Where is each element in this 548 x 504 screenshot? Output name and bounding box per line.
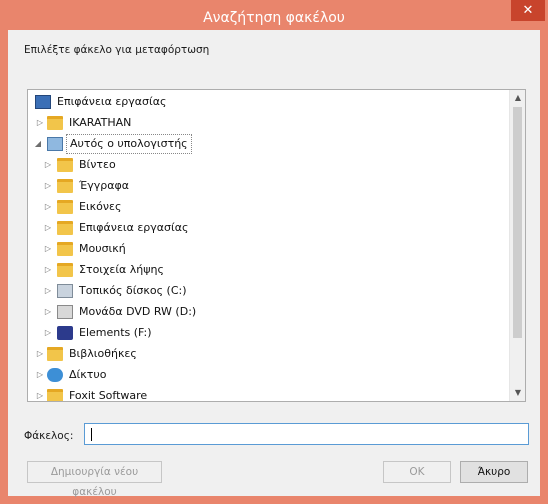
expand-icon[interactable]: ▷ xyxy=(43,281,53,301)
expand-icon[interactable]: ▷ xyxy=(43,197,53,217)
tree-item-documents[interactable]: ▷ Έγγραφα xyxy=(28,176,508,196)
documents-folder-icon xyxy=(57,179,73,193)
tree-item-dvd-drive-d[interactable]: ▷ Μονάδα DVD RW (D:) xyxy=(28,302,508,322)
tree-item-ikarathan[interactable]: ▷ IKARATHAN xyxy=(28,113,508,133)
pictures-folder-icon xyxy=(57,200,73,214)
prompt-text: Επιλέξτε φάκελο για μεταφόρτωση xyxy=(24,44,210,56)
tree-item-desktop-folder[interactable]: ▷ Επιφάνεια εργασίας xyxy=(28,218,508,238)
dvd-drive-icon xyxy=(57,305,73,319)
ok-button[interactable]: OK xyxy=(383,461,451,483)
scroll-up-icon[interactable]: ▲ xyxy=(510,90,525,106)
text-caret xyxy=(91,428,92,441)
new-folder-button[interactable]: Δημιουργία νέου φακέλου xyxy=(27,461,162,498)
dialog-body: Επιλέξτε φάκελο για μεταφόρτωση Επιφάνει… xyxy=(8,30,540,498)
folder-input[interactable] xyxy=(84,423,529,445)
desktop-folder-icon xyxy=(57,221,73,235)
expand-icon[interactable]: ▷ xyxy=(35,344,45,364)
expand-icon[interactable]: ▷ xyxy=(43,239,53,259)
collapse-icon[interactable]: ◢ xyxy=(33,134,43,154)
tree-item-local-disk-c[interactable]: ▷ Τοπικός δίσκος (C:) xyxy=(28,281,508,301)
wd-drive-icon xyxy=(57,326,73,340)
folder-tree[interactable]: Επιφάνεια εργασίας ▷ IKARATHAN ◢ Αυτός ο… xyxy=(27,89,526,402)
expand-icon[interactable]: ▷ xyxy=(43,218,53,238)
user-folder-icon xyxy=(47,116,63,130)
expand-icon[interactable]: ▷ xyxy=(43,260,53,280)
expand-icon[interactable]: ▷ xyxy=(43,323,53,343)
videos-folder-icon xyxy=(57,158,73,172)
tree-item-network[interactable]: ▷ Δίκτυο xyxy=(28,365,508,385)
music-folder-icon xyxy=(57,242,73,256)
browse-folder-dialog: Αναζήτηση φακέλου ✕ Επιλέξτε φάκελο για … xyxy=(0,0,548,504)
tree-item-elements-f[interactable]: ▷ Elements (F:) xyxy=(28,323,508,343)
tree-item-videos[interactable]: ▷ Βίντεο xyxy=(28,155,508,175)
vertical-scrollbar[interactable]: ▲ ▼ xyxy=(509,90,525,401)
downloads-folder-icon xyxy=(57,263,73,277)
tree-item-libraries[interactable]: ▷ Βιβλιοθήκες xyxy=(28,344,508,364)
close-button[interactable]: ✕ xyxy=(511,0,545,21)
expand-icon[interactable]: ▷ xyxy=(43,155,53,175)
expand-icon[interactable]: ▷ xyxy=(43,176,53,196)
tree-item-pictures[interactable]: ▷ Εικόνες xyxy=(28,197,508,217)
local-disk-icon xyxy=(57,284,73,298)
network-icon xyxy=(47,368,63,382)
expand-icon[interactable]: ▷ xyxy=(35,113,45,133)
computer-icon xyxy=(47,137,63,151)
expand-icon[interactable]: ▷ xyxy=(43,302,53,322)
expand-icon[interactable]: ▷ xyxy=(35,365,45,385)
expand-icon[interactable]: ▷ xyxy=(35,386,45,401)
cancel-button[interactable]: Άκυρο xyxy=(460,461,528,483)
libraries-icon xyxy=(47,347,63,361)
folder-icon xyxy=(47,389,63,401)
tree-item-desktop[interactable]: Επιφάνεια εργασίας xyxy=(28,92,508,112)
scroll-down-icon[interactable]: ▼ xyxy=(510,385,525,401)
tree-item-this-pc[interactable]: ◢ Αυτός ο υπολογιστής xyxy=(28,134,508,154)
tree-item-downloads[interactable]: ▷ Στοιχεία λήψης xyxy=(28,260,508,280)
desktop-icon xyxy=(35,95,51,109)
scroll-thumb[interactable] xyxy=(513,107,522,338)
tree-item-music[interactable]: ▷ Μουσική xyxy=(28,239,508,259)
folder-label: Φάκελος: xyxy=(24,430,74,442)
tree-item-foxit-software[interactable]: ▷ Foxit Software xyxy=(28,386,508,401)
